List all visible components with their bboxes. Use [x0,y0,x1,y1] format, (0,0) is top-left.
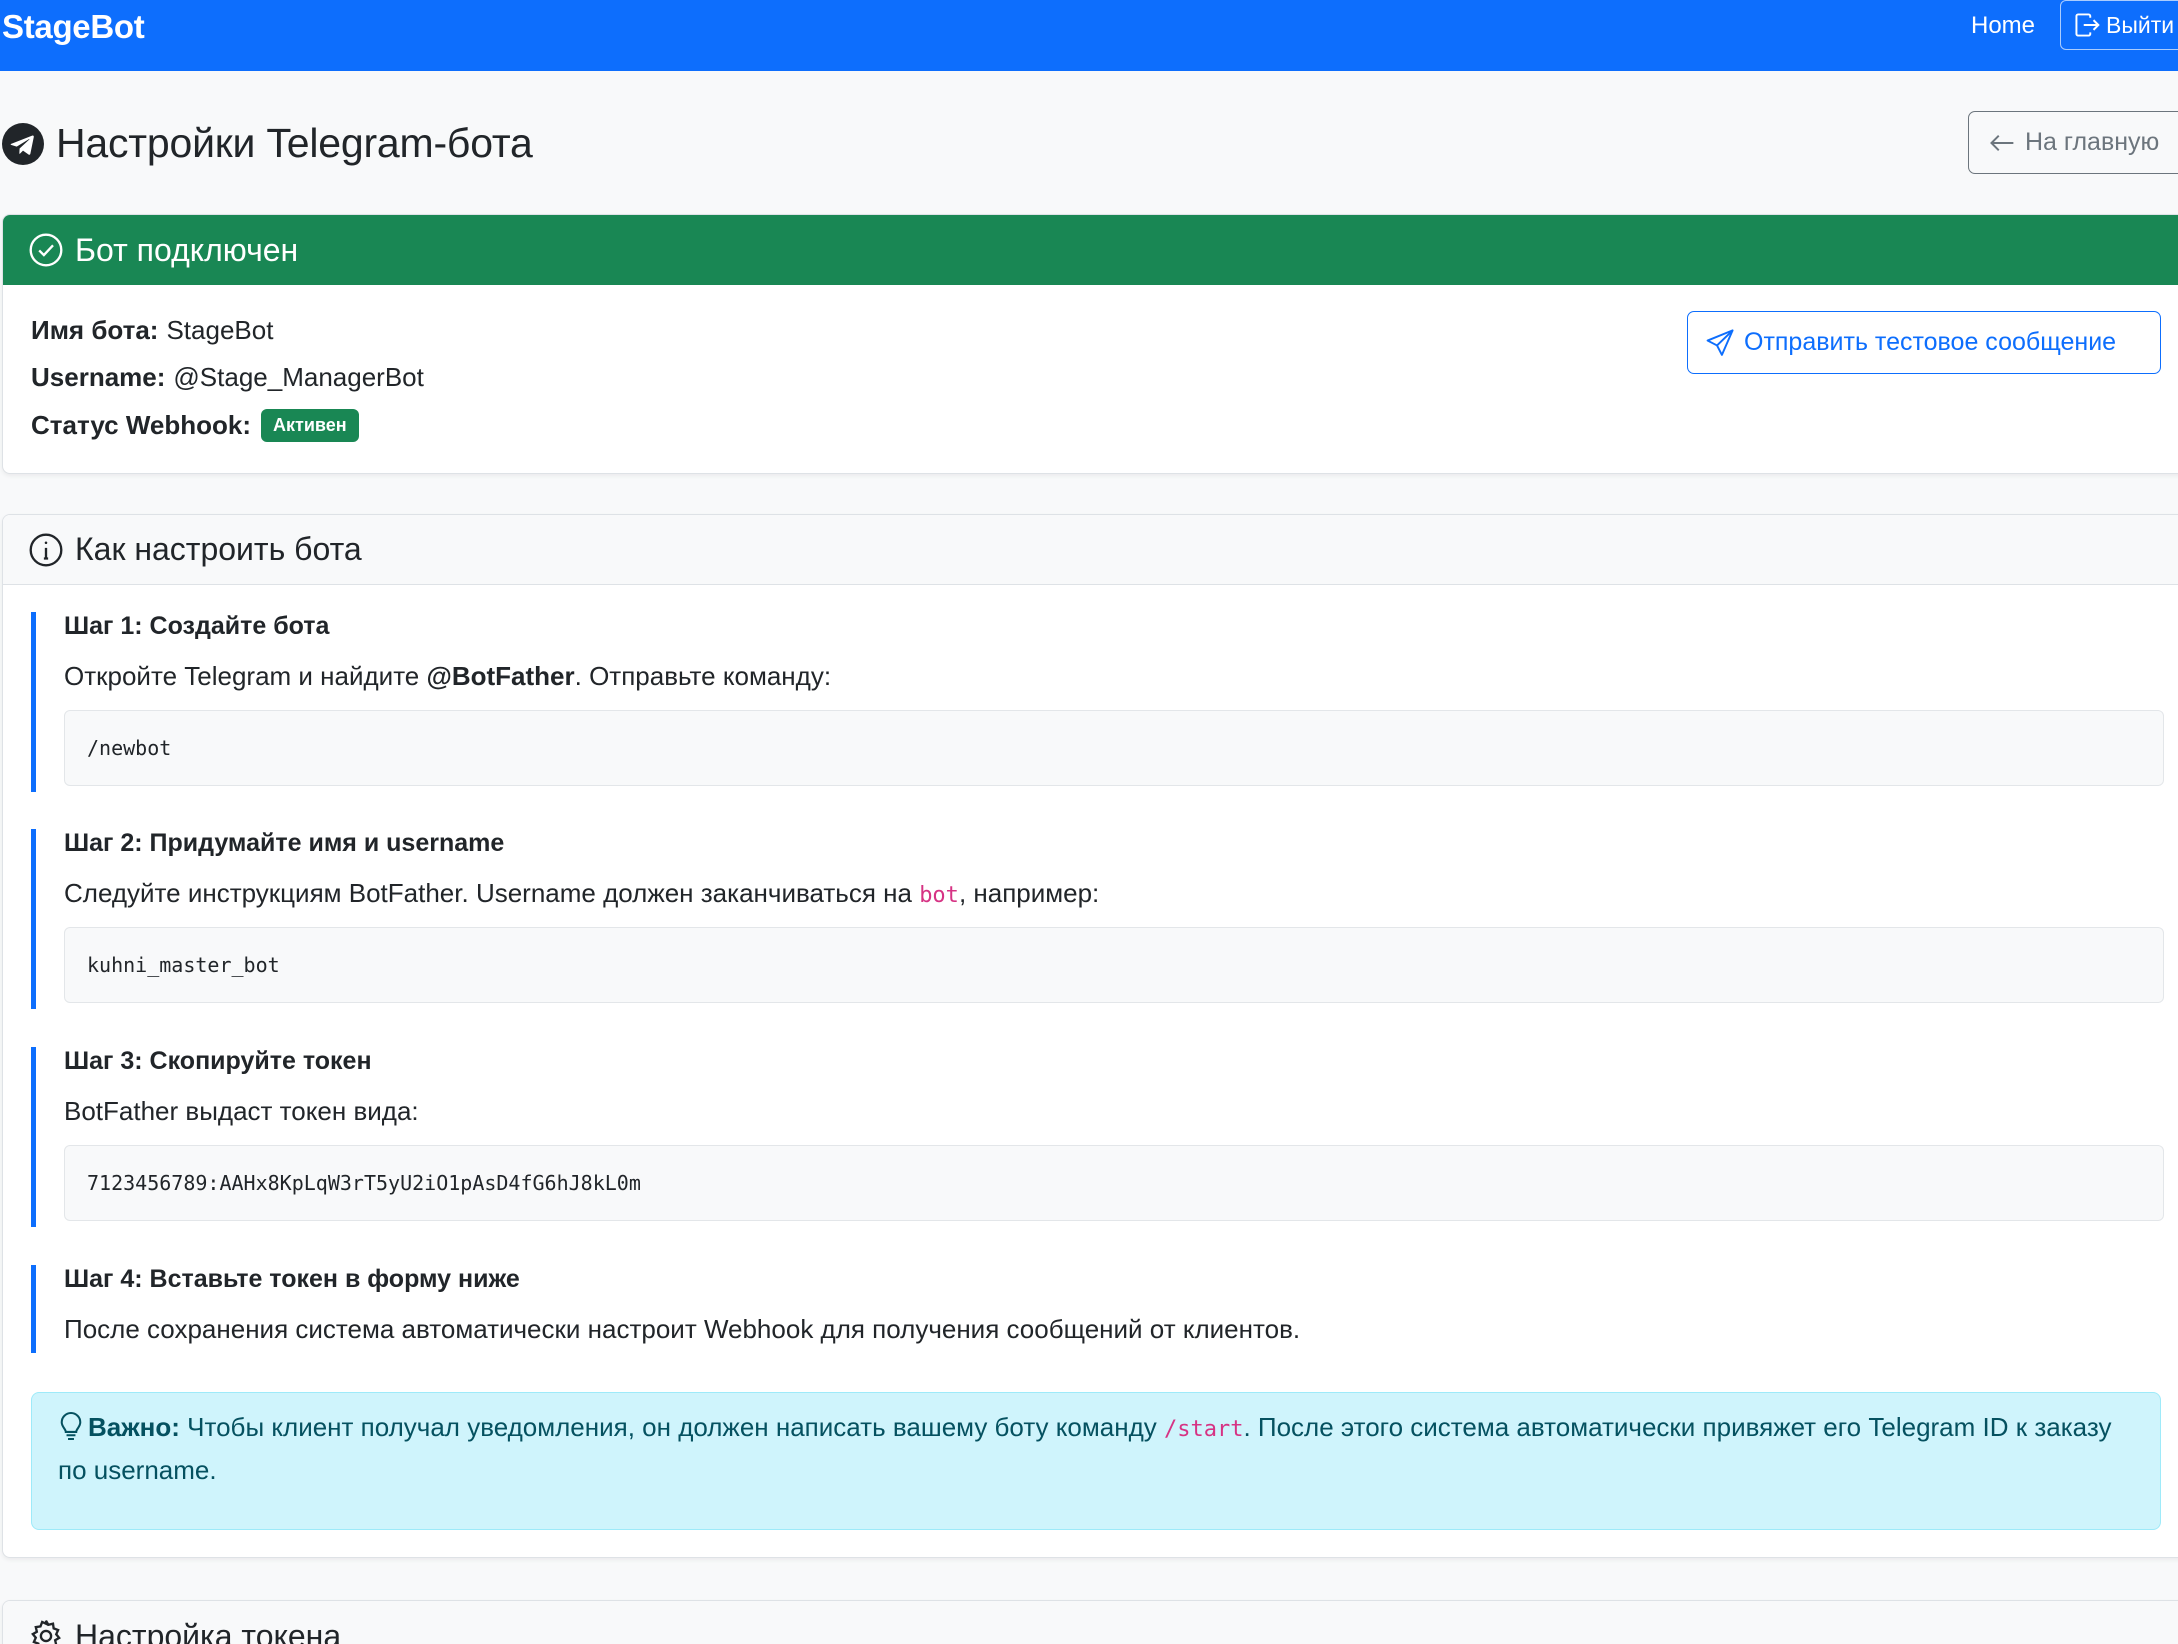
send-test-message-label: Отправить тестовое сообщение [1744,328,2117,356]
step-text: BotFather выдаст токен вида: [64,1096,419,1126]
token-settings-header: Настройка токена [3,1601,2178,1644]
page-header: Настройки Telegram-бота [2,120,533,167]
inline-code: /start [1163,1417,1244,1442]
step-text-part: Откройте Telegram и найдите [64,661,427,691]
check-circle-icon [29,233,63,267]
step-text: Следуйте инструкциям BotFather. Username… [64,878,2161,909]
top-navbar: StageBot Home Выйти [0,0,2178,71]
important-alert: Важно: Чтобы клиент получал уведомления,… [31,1392,2161,1530]
step-title: Шаг 3: Скопируйте токен [64,1047,372,1075]
botfather-mention: @BotFather [426,661,575,691]
step-text: После сохранения система автоматически н… [64,1314,1301,1344]
step-3: Шаг 3: Скопируйте токен BotFather выдаст… [31,1047,2164,1227]
bot-name-label: Имя бота: [31,315,159,345]
step-text-part: , например: [958,878,1100,908]
bot-status-card: Бот подключен Имя бота: StageBot Usernam… [2,214,2178,474]
send-icon [1706,328,1734,356]
step-title: Шаг 1: Создайте бота [64,612,330,640]
bot-username-row: Username: @Stage_ManagerBot [31,362,424,393]
page-title: Настройки Telegram-бота [56,120,533,166]
setup-guide-header: Как настроить бота [3,515,2178,585]
bot-username-value: @Stage_ManagerBot [173,362,424,392]
webhook-status-label: Статус Webhook: [31,410,252,440]
send-test-message-button[interactable]: Отправить тестовое сообщение [1687,311,2161,374]
token-settings-card: Настройка токена [2,1600,2178,1644]
gear-icon [31,1620,61,1644]
info-circle-icon [29,533,63,566]
step-2: Шаг 2: Придумайте имя и username Следуйт… [31,829,2164,1009]
bot-username-label: Username: [31,362,166,392]
logout-label: Выйти [2106,11,2175,38]
telegram-icon [2,122,44,165]
setup-guide-card: Как настроить бота Шаг 1: Создайте бота … [2,514,2178,1558]
setup-guide-title: Как настроить бота [75,531,362,567]
alert-text: Чтобы клиент получал уведомления, он дол… [179,1412,1164,1442]
step-text-part: Следуйте инструкциям BotFather. Username… [64,878,920,908]
status-badge: Активен [261,409,359,442]
inline-code: bot [919,883,959,908]
back-button-label: На главную [2025,128,2160,156]
step-text: Откройте Telegram и найдите @BotFather. … [64,661,2161,692]
code-block[interactable]: /newbot [64,710,2164,787]
code-block[interactable]: 7123456789:AAHx8KpLqW3rT5yU2iO1pAsD4fG6h… [64,1145,2164,1222]
logout-icon [2075,13,2100,37]
bot-status-title: Бот подключен [75,231,299,268]
arrow-left-icon [1990,134,2014,151]
lightbulb-icon [60,1411,82,1441]
step-text-part: . Отправьте команду: [574,661,832,691]
brand-logo[interactable]: StageBot [2,8,145,46]
back-to-home-button[interactable]: На главную [1968,111,2178,174]
bot-name-value: StageBot [166,315,274,345]
step-4: Шаг 4: Вставьте токен в форму ниже После… [31,1265,2161,1353]
code-block[interactable]: kuhni_master_bot [64,927,2164,1004]
nav-link-home[interactable]: Home [1971,12,2035,40]
token-settings-title: Настройка токена [75,1617,342,1644]
step-1: Шаг 1: Создайте бота Откройте Telegram и… [31,612,2164,792]
bot-status-header: Бот подключен [3,215,2178,285]
bot-name-row: Имя бота: StageBot [31,315,273,346]
webhook-status-row: Статус Webhook: Активен [31,409,359,442]
step-title: Шаг 2: Придумайте имя и username [64,829,505,857]
logout-button[interactable]: Выйти [2060,0,2178,50]
step-title: Шаг 4: Вставьте токен в форму ниже [64,1265,520,1293]
alert-label: Важно: [88,1412,180,1442]
